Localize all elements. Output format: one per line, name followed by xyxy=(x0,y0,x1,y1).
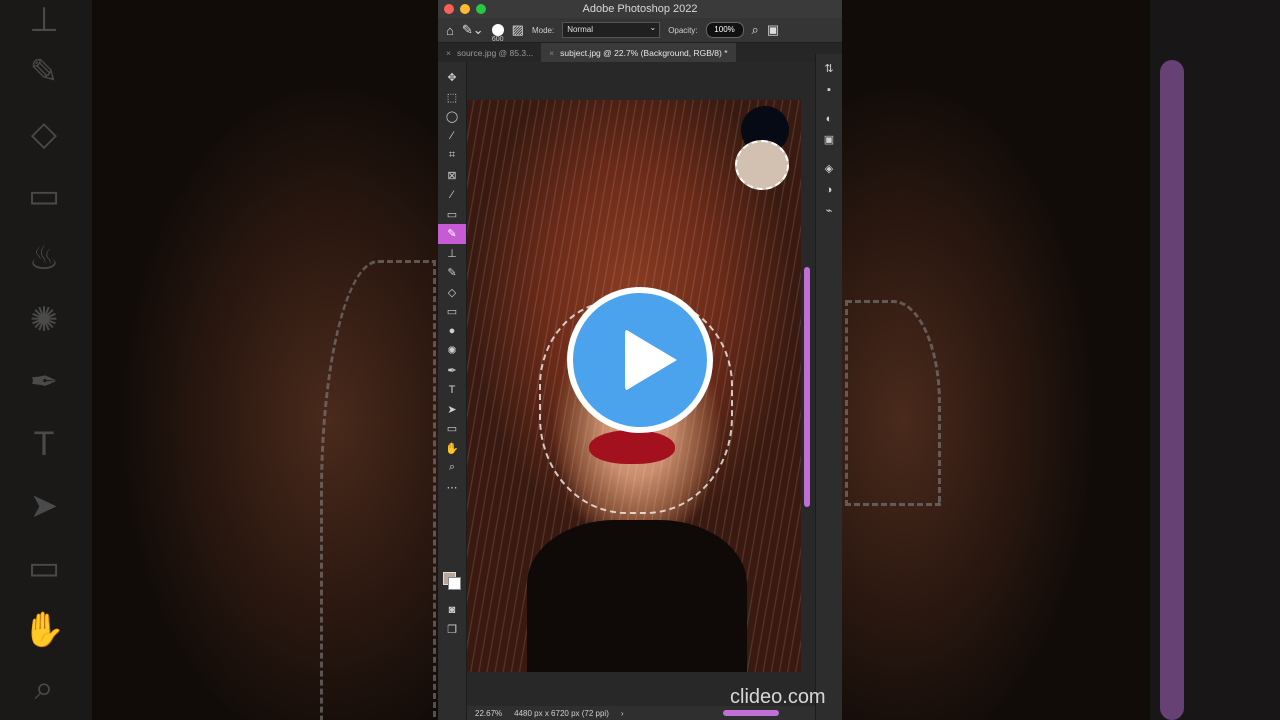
blurred-gradient-icon: ▭ xyxy=(27,177,61,215)
blurred-pen-icon: ✒ xyxy=(29,363,59,401)
play-button-circle xyxy=(573,293,707,427)
mode-select[interactable]: Normal xyxy=(562,21,661,38)
sample-circle-skin xyxy=(735,140,789,190)
blurred-selection-right xyxy=(845,300,941,506)
horizontal-scrollbar[interactable] xyxy=(723,710,779,716)
background-color-swatch[interactable] xyxy=(448,577,461,590)
window-controls xyxy=(444,4,486,14)
mode-label: Mode: xyxy=(531,25,555,35)
brush-preset-icon[interactable]: ✎⌄ xyxy=(462,22,484,38)
brush-tip-icon xyxy=(491,23,504,36)
minimize-window-button[interactable] xyxy=(460,4,470,14)
blurred-pointer-icon: ➤ xyxy=(29,487,59,525)
lips xyxy=(589,430,675,464)
play-button[interactable] xyxy=(567,287,713,433)
blurred-eraser-icon: ◇ xyxy=(30,115,58,153)
tab-source[interactable]: × source.jpg @ 85.3... xyxy=(438,43,541,63)
blurred-sponge-icon: ✺ xyxy=(29,301,59,339)
opacity-label: Opacity: xyxy=(668,25,698,35)
crop-tool-icon[interactable]: ⌗ xyxy=(438,146,466,166)
home-icon[interactable]: ⌂ xyxy=(446,23,454,38)
layers-icon[interactable]: ◈ xyxy=(816,158,842,179)
right-panel-dock: ⇅ ▪ ◐ ▣ ◈ ◑ ⌁ xyxy=(815,54,842,720)
blurred-hand-icon: ✋ xyxy=(22,611,66,649)
mode-value: Normal xyxy=(567,25,593,34)
clone-stamp-tool-icon[interactable]: ⊥ xyxy=(438,244,466,264)
blurred-zoom-icon: ⌕ xyxy=(34,668,54,707)
more-tools-icon[interactable]: ⋯ xyxy=(438,478,466,498)
blurred-type-icon: T xyxy=(33,424,55,463)
close-tab-icon[interactable]: × xyxy=(446,48,451,58)
options-bar: ⌂ ✎⌄ 600 ▨ Mode: Normal Opacity: 100% ⌕ … xyxy=(438,18,842,43)
opacity-input[interactable]: 100% xyxy=(705,22,744,38)
brush-settings-icon[interactable]: ▨ xyxy=(512,22,524,38)
blurred-rectangle-icon: ▭ xyxy=(27,549,61,587)
window-title: Adobe Photoshop 2022 xyxy=(582,3,698,15)
quick-selection-tool-icon[interactable]: ⁄ xyxy=(438,127,466,147)
close-tab-icon[interactable]: × xyxy=(549,48,554,58)
brush-size: 600 xyxy=(491,35,504,43)
screen-mode-icon[interactable]: ❐ xyxy=(438,620,466,640)
dark-clothing xyxy=(527,520,747,672)
sponge-tool-icon[interactable]: ✺ xyxy=(438,341,466,361)
channels-icon[interactable]: ◑ xyxy=(816,179,842,200)
quick-mask-icon[interactable]: ◙ xyxy=(438,600,466,620)
properties-icon[interactable]: ▣ xyxy=(816,129,842,150)
blurred-selection-left xyxy=(320,260,436,720)
blurred-scrollbar xyxy=(1160,60,1184,720)
blur-tool-icon[interactable]: ● xyxy=(438,322,466,342)
type-tool-icon[interactable]: T xyxy=(438,380,466,400)
lasso-tool-icon[interactable]: ◯ xyxy=(438,107,466,127)
status-menu-arrow[interactable]: › xyxy=(621,709,624,718)
workspace-icon[interactable]: ▣ xyxy=(767,22,779,38)
comments-icon[interactable]: ▪ xyxy=(816,79,842,100)
paths-icon[interactable]: ⌁ xyxy=(816,200,842,221)
eraser-tool-icon[interactable]: ◇ xyxy=(438,283,466,303)
search-icon[interactable]: ⌕ xyxy=(752,22,759,38)
adjustments-icon[interactable]: ◐ xyxy=(816,108,842,129)
blurred-stamp-icon: ⊥ xyxy=(29,1,59,39)
move-tool-icon[interactable]: ✥ xyxy=(438,68,466,88)
watermark: clideo.com xyxy=(730,686,826,708)
frame-tool-icon[interactable]: ⊠ xyxy=(438,166,466,186)
brush-size-picker[interactable]: 600 xyxy=(491,23,504,43)
hand-tool-icon[interactable]: ✋ xyxy=(438,439,466,459)
close-window-button[interactable] xyxy=(444,4,454,14)
pen-tool-icon[interactable]: ✒ xyxy=(438,361,466,381)
document-size: 4480 px x 6720 px (72 ppi) xyxy=(514,708,609,718)
rectangle-tool-icon[interactable]: ▭ xyxy=(438,419,466,439)
maximize-window-button[interactable] xyxy=(476,4,486,14)
zoom-level[interactable]: 22.67% xyxy=(475,709,502,718)
opacity-value: 100% xyxy=(714,25,735,34)
eyedropper-tool-icon[interactable]: ⁄ xyxy=(438,185,466,205)
blurred-brush-icon: ✎ xyxy=(29,53,59,91)
history-brush-tool-icon[interactable]: ✎ xyxy=(438,263,466,283)
tools-panel: ✥ ⬚ ◯ ⁄ ⌗ ⊠ ⁄ ▭ ✎ ⊥ ✎ ◇ ▭ ● ✺ ✒ T ➤ ▭ ✋ … xyxy=(438,62,467,720)
blurred-blur-icon: ♨ xyxy=(28,239,60,277)
libraries-icon[interactable]: ⇅ xyxy=(816,58,842,79)
marquee-tool-icon[interactable]: ⬚ xyxy=(438,88,466,108)
gradient-tool-icon[interactable]: ▭ xyxy=(438,302,466,322)
tab-label: source.jpg @ 85.3... xyxy=(456,48,534,58)
healing-brush-tool-icon[interactable]: ▭ xyxy=(438,205,466,225)
path-selection-tool-icon[interactable]: ➤ xyxy=(438,400,466,420)
brush-tool-icon[interactable]: ✎ xyxy=(438,224,466,244)
zoom-tool-icon[interactable]: ⌕ xyxy=(438,458,466,478)
document-tabs: × source.jpg @ 85.3... × subject.jpg @ 22.… xyxy=(438,43,842,64)
vertical-scrollbar[interactable] xyxy=(804,267,810,507)
tab-subject[interactable]: × subject.jpg @ 22.7% (Background, RGB/8)… xyxy=(541,43,736,63)
tab-label: subject.jpg @ 22.7% (Background, RGB/8) … xyxy=(560,48,728,58)
title-bar: Adobe Photoshop 2022 xyxy=(438,0,842,18)
play-icon xyxy=(625,329,677,391)
